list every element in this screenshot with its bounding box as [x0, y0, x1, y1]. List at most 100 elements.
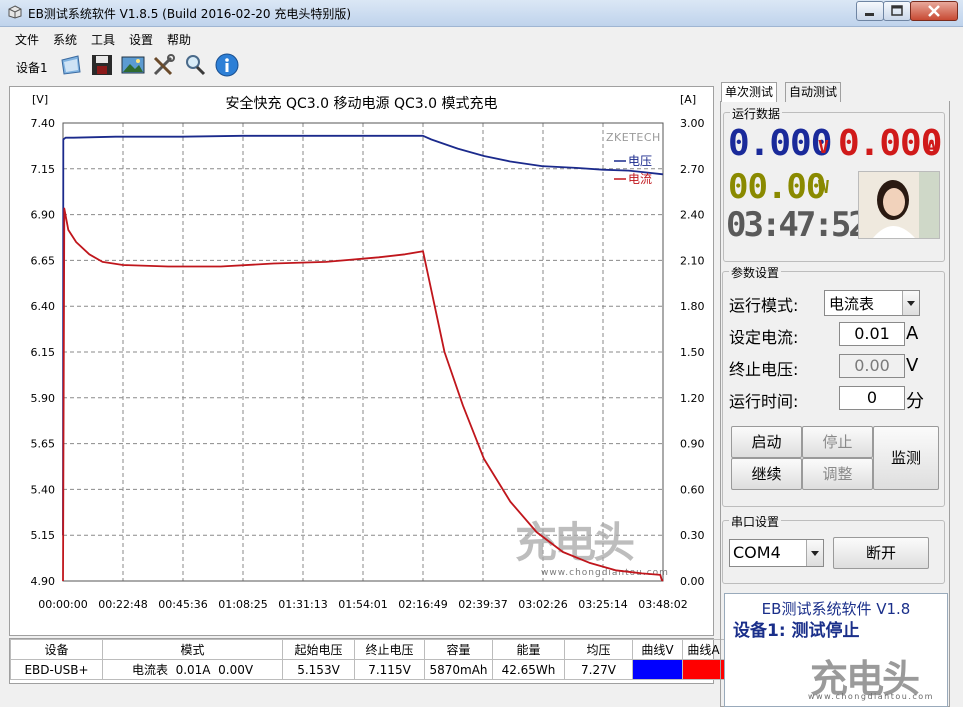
- window-title: EB测试系统软件 V1.8.5 (Build 2016-02-20 充电头特别版…: [28, 7, 352, 21]
- y-left-tick-label: 5.15: [31, 529, 56, 542]
- table-cell-energy: 42.65Wh: [492, 659, 565, 680]
- menu-bar: 文件 系统 工具 设置 帮助: [0, 27, 963, 49]
- y-left-tick-label: 6.65: [31, 254, 56, 267]
- minimize-button[interactable]: [856, 1, 884, 21]
- chart-panel: 充电头 www.chongdiantou.com 7.40 7.15 6.90 6.6…: [9, 86, 714, 636]
- legend-label: 电流: [628, 172, 652, 186]
- y-left-tick-label: 5.90: [31, 392, 56, 405]
- user-photo: [858, 171, 940, 239]
- mode-label: 运行模式:: [729, 296, 799, 315]
- save-icon[interactable]: [89, 52, 115, 78]
- tools-icon[interactable]: [151, 52, 177, 78]
- close-button[interactable]: [910, 1, 958, 21]
- y-left-tick-label: 4.90: [31, 575, 56, 588]
- set-current-unit: A: [906, 323, 919, 344]
- menu-tools[interactable]: 工具: [91, 31, 115, 48]
- run-data-title: 运行数据: [730, 105, 783, 122]
- chevron-down-icon[interactable]: [806, 540, 823, 566]
- table-cell-device: EBD-USB+: [10, 659, 103, 680]
- run-time-label: 运行时间:: [729, 392, 799, 411]
- y-left-tick-label: 6.90: [31, 209, 56, 222]
- status-message: 设备1: 测试停止: [733, 621, 860, 641]
- chart-grid: [62, 122, 664, 582]
- y-right-tick-label: 0.90: [680, 438, 705, 451]
- image-icon[interactable]: [120, 52, 146, 78]
- table-row[interactable]: EBD-USB+ 电流表 0.01A 0.00V 5.153V 7.115V 5…: [10, 659, 725, 680]
- app-icon: [8, 5, 22, 19]
- tab-auto-test[interactable]: 自动测试: [785, 82, 842, 102]
- x-tick-label: 00:00:00: [38, 598, 87, 611]
- y-left-tick-label: 5.40: [31, 483, 56, 496]
- voltage-readout: 0.000: [728, 123, 832, 164]
- table-cell-end-voltage: 7.115V: [354, 659, 425, 680]
- tab-strip: 单次测试 自动测试: [721, 82, 961, 102]
- disconnect-button[interactable]: 断开: [833, 537, 929, 569]
- device-label: 设备1: [16, 61, 48, 75]
- y-right-tick-label: 2.10: [680, 254, 705, 267]
- chevron-down-icon[interactable]: [902, 291, 919, 315]
- y-left-tick-label: 7.15: [31, 163, 56, 176]
- maximize-button[interactable]: [883, 1, 911, 21]
- params-group: 参数设置 运行模式: 电流表 设定电流: 0.01 A 终止电压: 0.00 V…: [722, 264, 945, 507]
- time-readout: 03:47:52: [726, 205, 869, 245]
- x-tick-label: 01:31:13: [278, 598, 327, 611]
- table-cell-capacity: 5870mAh: [424, 659, 493, 680]
- left-axis-unit: [V]: [32, 93, 49, 106]
- table-cell-start-voltage: 5.153V: [282, 659, 355, 680]
- monitor-button[interactable]: 监测: [873, 426, 939, 490]
- cutoff-voltage-label: 终止电压:: [729, 360, 799, 379]
- folder-icon[interactable]: [58, 52, 84, 78]
- y-right-tick-label: 1.50: [680, 346, 705, 359]
- search-icon[interactable]: [182, 52, 208, 78]
- chart-brand: ZKETECH: [606, 131, 661, 144]
- current-unit: A: [926, 137, 937, 158]
- info-icon[interactable]: [214, 52, 240, 78]
- toolbar: 设备1: [0, 50, 963, 82]
- title-bar: EB测试系统软件 V1.8.5 (Build 2016-02-20 充电头特别版…: [0, 0, 963, 27]
- x-tick-label: 01:54:01: [338, 598, 387, 611]
- cutoff-voltage-input[interactable]: 0.00: [839, 354, 905, 378]
- com-port-value: COM4: [733, 543, 781, 562]
- y-right-tick-label: 1.80: [680, 300, 705, 313]
- run-time-input[interactable]: 0: [839, 386, 905, 410]
- chart-title: 安全快充 QC3.0 移动电源 QC3.0 模式充电: [225, 96, 498, 112]
- com-port-select[interactable]: COM4: [729, 539, 824, 567]
- curve-v-swatch[interactable]: [632, 659, 683, 680]
- params-title: 参数设置: [729, 264, 782, 281]
- table-cell-mode: 电流表 0.01A 0.00V: [102, 659, 283, 680]
- menu-file[interactable]: 文件: [15, 31, 39, 48]
- run-data-group: 运行数据 0.000 V 0.000 A 00.00 W 03:47:52: [723, 105, 945, 262]
- y-right-tick-label: 0.60: [680, 483, 705, 496]
- set-current-input[interactable]: 0.01: [839, 322, 905, 346]
- x-tick-label: 03:25:14: [578, 598, 627, 611]
- plot-frame: [62, 122, 664, 582]
- summary-table: 设备 模式 起始电压 终止电压 容量 能量 均压 曲线V 曲线A EBD-USB…: [9, 638, 725, 684]
- start-button[interactable]: 启动: [731, 426, 802, 458]
- curve-a-swatch[interactable]: [682, 659, 725, 680]
- legend-label: 电压: [628, 154, 652, 168]
- chart-canvas: 充电头 www.chongdiantou.com 7.40 7.15 6.90 6.6…: [31, 117, 705, 611]
- menu-system[interactable]: 系统: [53, 31, 77, 48]
- menu-settings[interactable]: 设置: [129, 31, 153, 48]
- table-header: 终止电压: [354, 639, 425, 660]
- y-left-tick-label: 5.65: [31, 438, 56, 451]
- voltage-unit: V: [818, 137, 829, 158]
- table-header: 均压: [564, 639, 633, 660]
- y-right-tick-label: 3.00: [680, 117, 705, 130]
- power-unit: W: [818, 177, 829, 198]
- menu-help[interactable]: 帮助: [167, 31, 191, 48]
- mode-select-value: 电流表: [829, 295, 875, 313]
- stop-button[interactable]: 停止: [802, 426, 873, 458]
- adjust-button[interactable]: 调整: [802, 458, 873, 490]
- tab-single-test[interactable]: 单次测试: [721, 82, 778, 102]
- run-time-unit: 分: [906, 391, 924, 412]
- mode-select[interactable]: 电流表: [824, 290, 920, 316]
- x-tick-label: 00:22:48: [98, 598, 147, 611]
- y-left-tick-label: 6.15: [31, 346, 56, 359]
- table-header: 曲线A: [682, 639, 725, 660]
- y-right-tick-label: 1.20: [680, 392, 705, 405]
- table-header: 起始电压: [282, 639, 355, 660]
- x-tick-label: 03:02:26: [518, 598, 567, 611]
- continue-button[interactable]: 继续: [731, 458, 802, 490]
- y-left-tick-label: 6.40: [31, 300, 56, 313]
